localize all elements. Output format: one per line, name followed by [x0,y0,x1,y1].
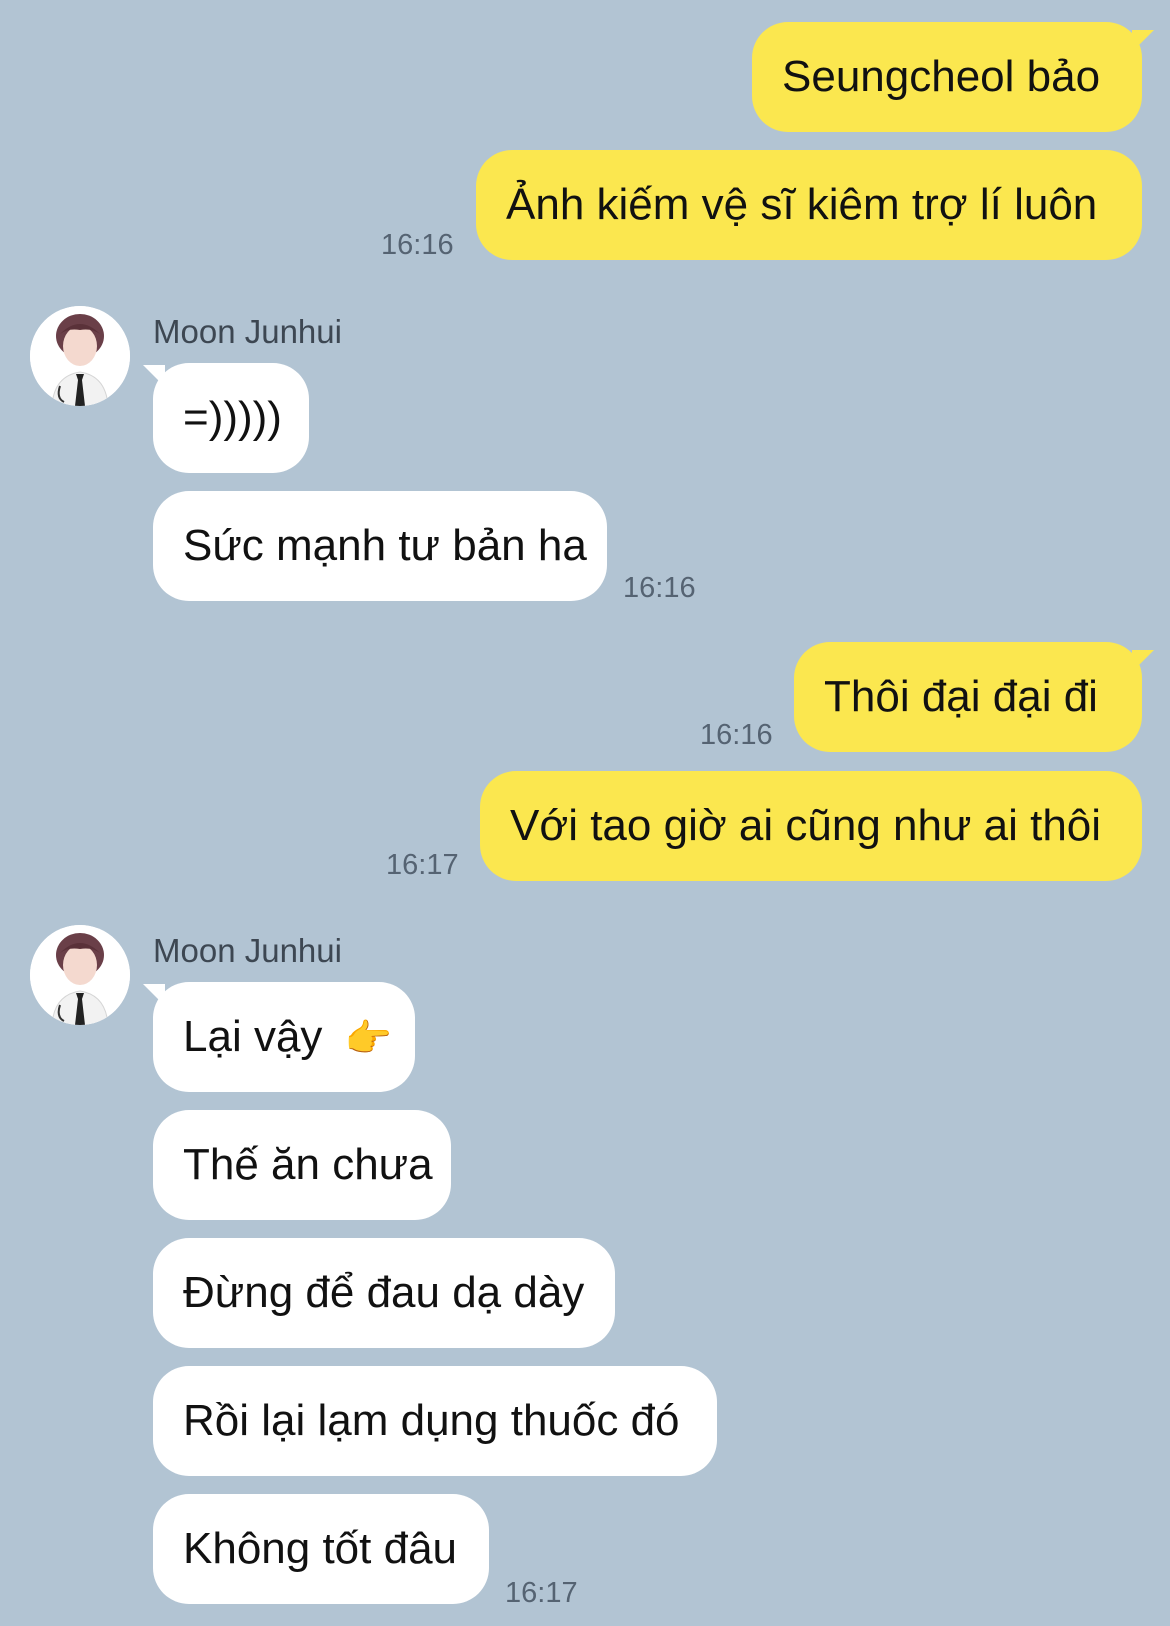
incoming-message[interactable]: Đừng để đau dạ dày [153,1238,615,1348]
message-timestamp: 16:17 [386,849,459,881]
outgoing-message[interactable]: Seungcheol bảo [752,22,1142,132]
incoming-message[interactable]: Không tốt đâu [153,1494,489,1604]
message-text: Ảnh kiếm vệ sĩ kiêm trợ lí luôn [506,180,1098,229]
message-timestamp: 16:16 [700,719,773,751]
avatar-icon[interactable] [30,925,130,1025]
chat-area: Seungcheol bảo Ảnh kiếm vệ sĩ kiêm trợ l… [0,0,1170,1626]
message-text: Thế ăn chưa [183,1140,433,1189]
message-timestamp: 16:17 [505,1577,578,1609]
message-text: Seungcheol bảo [782,52,1101,101]
message-timestamp: 16:16 [623,572,696,604]
incoming-message[interactable]: =))))) [153,363,309,473]
pointing-hand-icon: 👉 [344,1016,392,1060]
message-timestamp: 16:16 [381,229,454,261]
sender-name: Moon Junhui [153,932,342,969]
message-text: Lại vậy [183,1012,323,1061]
message-text: Không tốt đâu [183,1524,458,1573]
bubble-tail [1132,30,1154,52]
bubble-tail [143,984,165,1006]
message-text: =))))) [183,393,282,442]
message-text: Đừng để đau dạ dày [183,1268,585,1317]
avatar-icon [30,925,130,1025]
message-text: Với tao giờ ai cũng như ai thôi [510,801,1102,850]
bubble-tail [143,365,165,387]
message-text: Thôi đại đại đi [824,672,1098,721]
incoming-message[interactable]: Lại vậy 👉 [153,982,415,1092]
incoming-message[interactable]: Sức mạnh tư bản ha [153,491,607,601]
message-text: Rồi lại lạm dụng thuốc đó [183,1396,680,1445]
bubble-tail [1132,650,1154,672]
sender-name: Moon Junhui [153,313,342,350]
outgoing-message[interactable]: Với tao giờ ai cũng như ai thôi [480,771,1142,881]
incoming-message[interactable]: Thế ăn chưa [153,1110,451,1220]
incoming-message[interactable]: Rồi lại lạm dụng thuốc đó [153,1366,717,1476]
avatar-icon [30,306,130,406]
message-text: Sức mạnh tư bản ha [183,521,587,570]
outgoing-message[interactable]: Ảnh kiếm vệ sĩ kiêm trợ lí luôn [476,150,1142,260]
avatar-icon[interactable] [30,306,130,406]
outgoing-message[interactable]: Thôi đại đại đi [794,642,1142,752]
